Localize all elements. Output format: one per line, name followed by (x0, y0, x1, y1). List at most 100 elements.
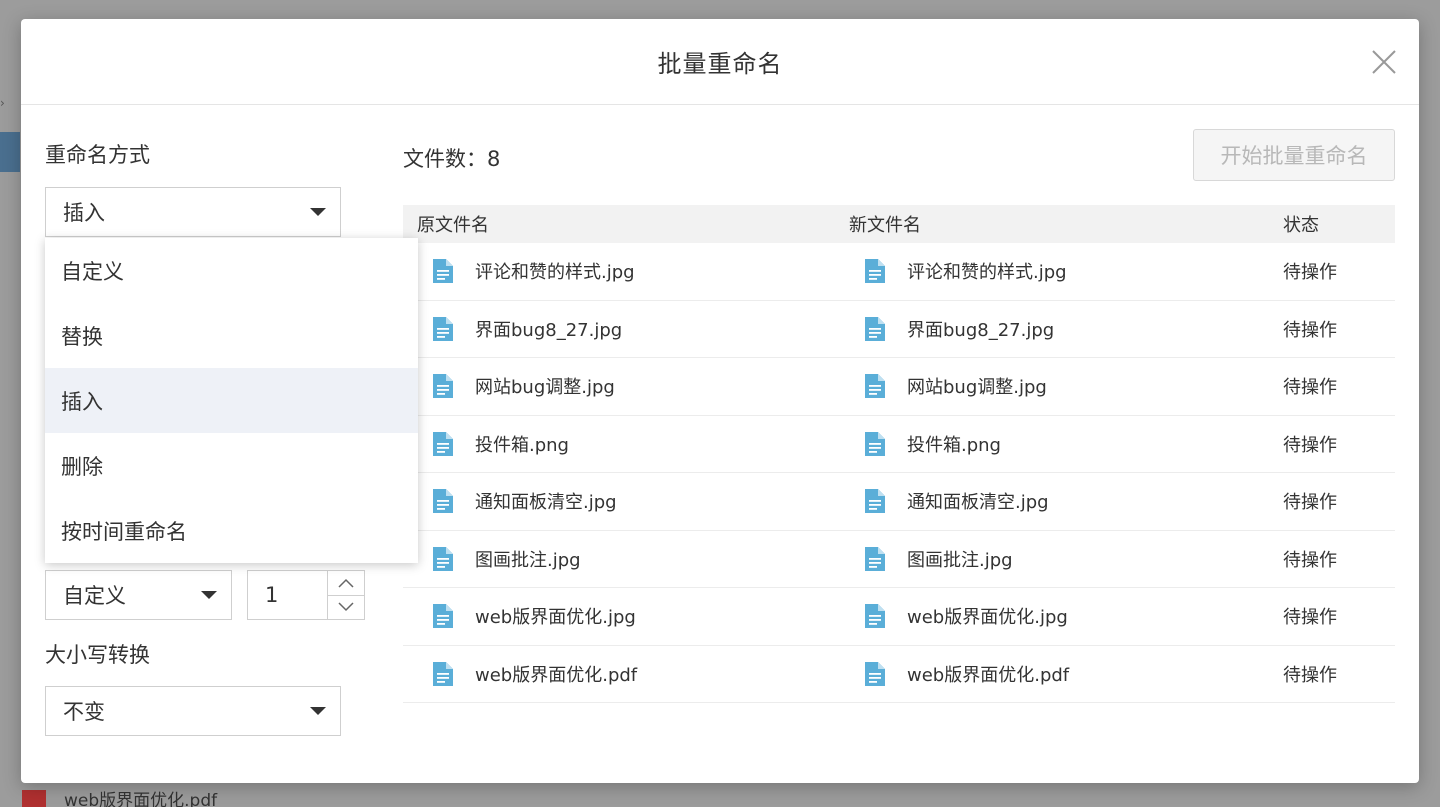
start-batch-rename-button[interactable]: 开始批量重命名 (1193, 129, 1395, 181)
stepper-down-button[interactable] (328, 594, 364, 620)
column-header-status: 状态 (1283, 215, 1319, 236)
background-sidebar-button (0, 132, 20, 172)
stepper-controls (327, 571, 364, 619)
document-icon (433, 489, 453, 514)
case-conversion-select[interactable]: 不变 (45, 686, 341, 736)
document-icon (865, 489, 885, 514)
chevron-down-icon (310, 707, 326, 715)
new-file-name: web版界面优化.jpg (907, 607, 1068, 629)
file-table: 原文件名 新文件名 状态 评论和赞的样式.jpg 评论和赞的样式.jpg 待操作 界面… (403, 205, 1395, 703)
original-name-cell: 投件箱.png (403, 431, 835, 457)
document-icon (433, 661, 453, 686)
document-icon (865, 316, 885, 341)
rename-method-select[interactable]: 插入 (45, 187, 341, 237)
column-header-new-name: 新文件名 (849, 215, 921, 236)
table-row: 网站bug调整.jpg 网站bug调整.jpg 待操作 (403, 358, 1395, 416)
close-icon[interactable] (1371, 49, 1397, 75)
insert-position-value: 自定义 (63, 584, 126, 608)
table-body: 评论和赞的样式.jpg 评论和赞的样式.jpg 待操作 界面bug8_27.jpg 界面… (403, 243, 1395, 703)
original-file-name: 投件箱.png (475, 434, 569, 456)
dropdown-option-custom[interactable]: 自定义 (45, 238, 418, 303)
status-cell: 待操作 (1283, 377, 1337, 399)
original-file-name: 评论和赞的样式.jpg (475, 262, 635, 284)
document-icon (865, 661, 885, 686)
background-file-name: web版界面优化.pdf (64, 791, 218, 807)
new-name-cell: 网站bug调整.jpg (835, 373, 1269, 399)
document-icon (433, 259, 453, 284)
status-cell: 待操作 (1283, 492, 1337, 514)
batch-rename-dialog: 批量重命名 重命名方式 插入 自定义 1 大小写转换 不变 自定义 替换 插入 … (21, 19, 1419, 783)
background-arrow-icon: › (0, 96, 5, 110)
status-cell: 待操作 (1283, 262, 1337, 284)
stepper-up-button[interactable] (328, 571, 364, 595)
document-icon (865, 374, 885, 399)
dropdown-option-replace[interactable]: 替换 (45, 303, 418, 368)
chevron-down-icon (310, 208, 326, 216)
original-name-cell: web版界面优化.pdf (403, 661, 835, 687)
document-icon (865, 431, 885, 456)
table-row: 通知面板清空.jpg 通知面板清空.jpg 待操作 (403, 473, 1395, 531)
status-cell: 待操作 (1283, 549, 1337, 571)
document-icon (433, 374, 453, 399)
chevron-down-icon (201, 591, 217, 599)
document-icon (865, 604, 885, 629)
case-conversion-value: 不变 (63, 700, 105, 724)
original-file-name: web版界面优化.jpg (475, 607, 636, 629)
table-row: 图画批注.jpg 图画批注.jpg 待操作 (403, 531, 1395, 588)
original-file-name: 网站bug调整.jpg (475, 377, 615, 399)
original-name-cell: 界面bug8_27.jpg (403, 316, 835, 342)
new-name-cell: web版界面优化.jpg (835, 603, 1269, 629)
new-name-cell: 投件箱.png (835, 431, 1269, 457)
original-file-name: 界面bug8_27.jpg (475, 319, 623, 341)
table-row: web版界面优化.jpg web版界面优化.jpg 待操作 (403, 588, 1395, 646)
new-name-cell: 图画批注.jpg (835, 546, 1269, 572)
dropdown-option-insert[interactable]: 插入 (45, 368, 418, 433)
position-number-value[interactable]: 1 (265, 583, 278, 607)
rename-options-panel: 重命名方式 插入 自定义 1 大小写转换 不变 (45, 139, 365, 736)
position-number-stepper[interactable]: 1 (247, 570, 365, 620)
original-file-name: 通知面板清空.jpg (475, 492, 617, 514)
new-name-cell: 通知面板清空.jpg (835, 488, 1269, 514)
table-row: web版界面优化.pdf web版界面优化.pdf 待操作 (403, 646, 1395, 703)
table-row: 界面bug8_27.jpg 界面bug8_27.jpg 待操作 (403, 301, 1395, 358)
new-name-cell: 评论和赞的样式.jpg (835, 258, 1269, 284)
rename-method-label: 重命名方式 (45, 143, 150, 167)
original-name-cell: web版界面优化.jpg (403, 603, 835, 629)
original-file-name: 图画批注.jpg (475, 549, 581, 571)
document-icon (865, 259, 885, 284)
column-header-original-name: 原文件名 (417, 215, 489, 236)
insert-position-row: 自定义 1 (45, 570, 365, 620)
document-icon (433, 316, 453, 341)
table-row: 评论和赞的样式.jpg 评论和赞的样式.jpg 待操作 (403, 243, 1395, 301)
file-count: 文件数：8 (403, 143, 500, 173)
dialog-header: 批量重命名 (21, 19, 1419, 105)
new-name-cell: web版界面优化.pdf (835, 661, 1269, 687)
file-count-label: 文件数： (403, 147, 487, 171)
new-file-name: 网站bug调整.jpg (907, 377, 1047, 399)
new-file-name: web版界面优化.pdf (907, 664, 1070, 686)
chevron-down-icon (338, 602, 354, 612)
new-file-name: 界面bug8_27.jpg (907, 319, 1055, 341)
status-cell: 待操作 (1283, 434, 1337, 456)
new-file-name: 投件箱.png (907, 434, 1001, 456)
rename-method-dropdown: 自定义 替换 插入 删除 按时间重命名 (45, 238, 418, 563)
original-file-name: web版界面优化.pdf (475, 664, 638, 686)
new-file-name: 评论和赞的样式.jpg (907, 262, 1067, 284)
document-icon (433, 431, 453, 456)
table-row: 投件箱.png 投件箱.png 待操作 (403, 416, 1395, 473)
dropdown-option-delete[interactable]: 删除 (45, 433, 418, 498)
document-icon (865, 546, 885, 571)
original-name-cell: 图画批注.jpg (403, 546, 835, 572)
original-name-cell: 通知面板清空.jpg (403, 488, 835, 514)
original-name-cell: 评论和赞的样式.jpg (403, 258, 835, 284)
original-name-cell: 网站bug调整.jpg (403, 373, 835, 399)
background-file-row: web版界面优化.pdf (22, 790, 217, 807)
file-count-value: 8 (487, 147, 501, 171)
table-header: 原文件名 新文件名 状态 (403, 205, 1395, 243)
rename-method-value: 插入 (63, 201, 105, 225)
insert-position-select[interactable]: 自定义 (45, 570, 232, 620)
status-cell: 待操作 (1283, 319, 1337, 341)
status-cell: 待操作 (1283, 607, 1337, 629)
dropdown-option-rename-by-time[interactable]: 按时间重命名 (45, 498, 418, 563)
status-cell: 待操作 (1283, 664, 1337, 686)
